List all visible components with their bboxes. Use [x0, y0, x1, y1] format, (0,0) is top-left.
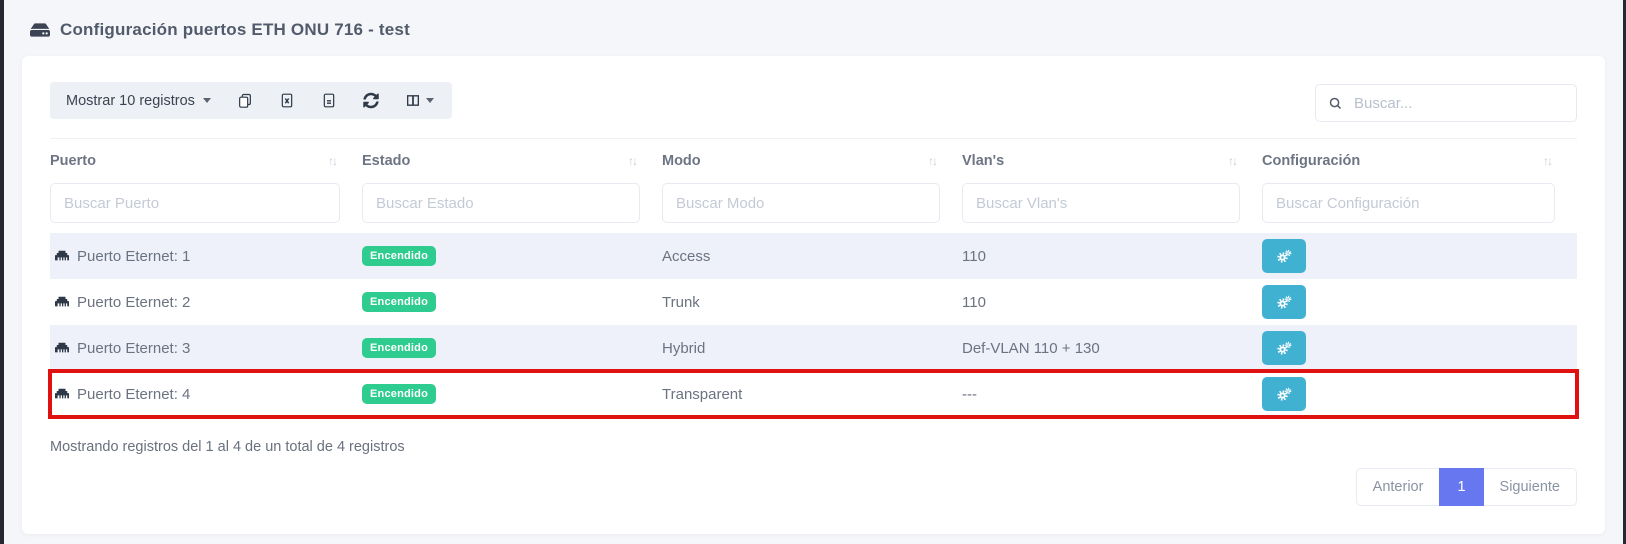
pagination-previous-button[interactable]: Anterior	[1356, 468, 1440, 506]
ethernet-port-icon	[54, 387, 70, 401]
cell-configuracion	[1262, 331, 1577, 365]
search-icon	[1328, 96, 1343, 111]
cogs-icon	[1274, 247, 1294, 265]
pagination-page-1-button[interactable]: 1	[1439, 468, 1483, 506]
table-row-port-1: Puerto Eternet: 1 Encendido Access 110	[50, 233, 1577, 279]
column-visibility-icon	[405, 92, 421, 109]
cell-puerto: Puerto Eternet: 3	[50, 340, 362, 357]
cell-estado: Encendido	[362, 384, 662, 404]
cell-modo: Trunk	[662, 294, 962, 311]
sort-icon[interactable]	[628, 154, 636, 168]
page-length-label: Mostrar 10 registros	[66, 93, 195, 109]
configure-port-button[interactable]	[1262, 377, 1306, 411]
pagination: Anterior 1 Siguiente	[1356, 468, 1577, 506]
configure-port-button[interactable]	[1262, 331, 1306, 365]
cell-vlans: ---	[962, 386, 1262, 403]
filter-vlans-input[interactable]	[962, 183, 1240, 223]
filter-puerto-input[interactable]	[50, 183, 340, 223]
status-badge: Encendido	[362, 292, 436, 312]
column-header-configuracion[interactable]: Configuración	[1262, 153, 1577, 169]
cell-estado: Encendido	[362, 338, 662, 358]
cell-modo: Access	[662, 248, 962, 265]
configure-port-button[interactable]	[1262, 285, 1306, 319]
table-row-port-2: Puerto Eternet: 2 Encendido Trunk 110	[50, 279, 1577, 325]
sort-icon[interactable]	[1228, 154, 1236, 168]
page-header: Configuración puertos ETH ONU 716 - test	[4, 0, 1623, 56]
ethernet-port-icon	[54, 341, 70, 355]
table-info: Mostrando registros del 1 al 4 de un tot…	[50, 439, 1577, 455]
configure-port-button[interactable]	[1262, 239, 1306, 273]
global-search	[1315, 84, 1577, 122]
cell-modo: Transparent	[662, 386, 962, 403]
cell-configuracion	[1262, 285, 1577, 319]
sort-icon[interactable]	[328, 154, 336, 168]
column-header-modo[interactable]: Modo	[662, 153, 962, 169]
status-badge: Encendido	[362, 384, 436, 404]
filter-modo-input[interactable]	[662, 183, 940, 223]
cell-vlans: 110	[962, 294, 1262, 311]
cell-puerto: Puerto Eternet: 4	[50, 386, 362, 403]
column-header-vlans[interactable]: Vlan's	[962, 153, 1262, 169]
cell-configuracion	[1262, 377, 1577, 411]
ethernet-port-icon	[54, 249, 70, 263]
column-visibility-button[interactable]	[405, 92, 434, 109]
status-badge: Encendido	[362, 246, 436, 266]
cell-configuracion	[1262, 239, 1577, 273]
column-header-estado[interactable]: Estado	[362, 153, 662, 169]
cogs-icon	[1274, 339, 1294, 357]
search-input[interactable]	[1354, 95, 1564, 112]
filter-estado-input[interactable]	[362, 183, 640, 223]
table-header-row: Puerto Estado Modo Vlan's Configuración	[50, 138, 1577, 181]
table-toolbar: Mostrar 10 registros	[50, 82, 1577, 122]
cell-modo: Hybrid	[662, 340, 962, 357]
cell-puerto: Puerto Eternet: 2	[50, 294, 362, 311]
ethernet-port-icon	[54, 295, 70, 309]
file-export-icon	[321, 92, 337, 109]
sort-icon[interactable]	[928, 154, 936, 168]
cell-vlans: 110	[962, 248, 1262, 265]
excel-export-button[interactable]	[279, 92, 295, 109]
sort-icon[interactable]	[1543, 154, 1551, 168]
table-row-port-3: Puerto Eternet: 3 Encendido Hybrid Def-V…	[50, 325, 1577, 371]
cogs-icon	[1274, 385, 1294, 403]
page-length-dropdown[interactable]: Mostrar 10 registros	[66, 93, 211, 109]
hdd-icon	[30, 21, 50, 39]
copy-button[interactable]	[237, 92, 253, 109]
copy-icon	[237, 92, 253, 109]
excel-export-icon	[279, 92, 295, 109]
ports-table-card: Mostrar 10 registros	[22, 56, 1605, 534]
refresh-icon	[363, 92, 379, 109]
status-badge: Encendido	[362, 338, 436, 358]
table-row-port-4-highlighted: Puerto Eternet: 4 Encendido Transparent …	[50, 371, 1577, 417]
column-filter-row	[50, 181, 1577, 233]
cogs-icon	[1274, 293, 1294, 311]
page-title: Configuración puertos ETH ONU 716 - test	[60, 20, 410, 40]
pagination-next-button[interactable]: Siguiente	[1484, 468, 1577, 506]
refresh-button[interactable]	[363, 92, 379, 109]
chevron-down-icon	[426, 98, 434, 103]
chevron-down-icon	[203, 98, 211, 103]
column-header-puerto[interactable]: Puerto	[50, 153, 362, 169]
file-export-button[interactable]	[321, 92, 337, 109]
filter-configuracion-input[interactable]	[1262, 183, 1555, 223]
cell-vlans: Def-VLAN 110 + 130	[962, 340, 1262, 357]
cell-estado: Encendido	[362, 292, 662, 312]
toolbar-button-group: Mostrar 10 registros	[50, 82, 452, 119]
cell-puerto: Puerto Eternet: 1	[50, 248, 362, 265]
cell-estado: Encendido	[362, 246, 662, 266]
